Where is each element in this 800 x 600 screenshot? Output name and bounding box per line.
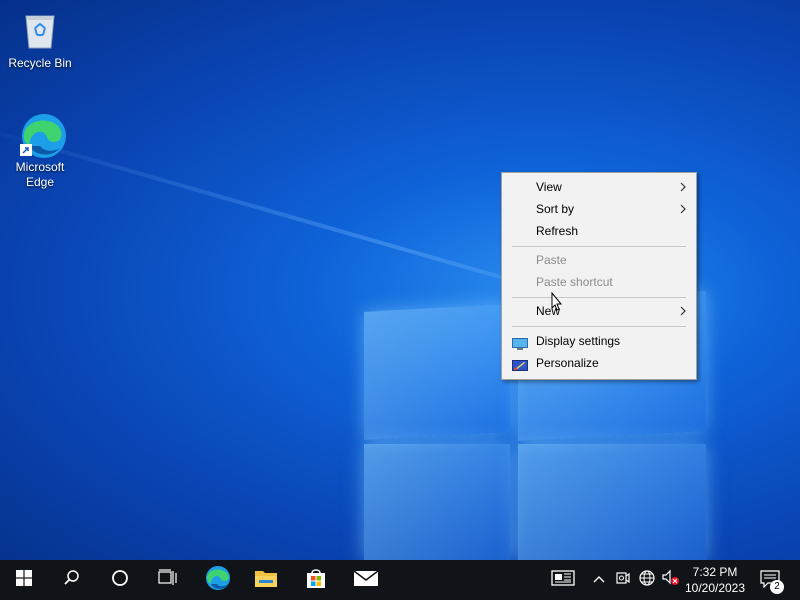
tray-overflow-button[interactable] [588, 560, 610, 600]
menu-item-label: Paste [536, 253, 567, 267]
tray-meet-now-button[interactable] [612, 560, 634, 600]
clock-date: 10/20/2023 [684, 581, 746, 595]
menu-separator [512, 246, 686, 247]
taskbar-clock[interactable]: 7:32 PM 10/20/2023 [680, 564, 750, 596]
taskbar-store-button[interactable] [292, 560, 340, 600]
chevron-right-icon [679, 300, 687, 329]
file-explorer-icon [254, 568, 278, 593]
network-icon [638, 569, 656, 592]
menu-item-paste[interactable]: Paste [505, 249, 693, 271]
menu-item-new[interactable]: New [505, 300, 693, 322]
recycle-bin-icon [18, 8, 62, 52]
menu-item-display-settings[interactable]: Display settings [505, 330, 693, 352]
menu-item-label: View [536, 180, 562, 194]
search-icon [63, 569, 81, 592]
start-icon [16, 569, 32, 591]
taskbar: 7:32 PM 10/20/2023 2 [0, 560, 800, 600]
desktop[interactable]: Recycle Bin Microsoft Edge View Sort by [0, 0, 800, 560]
chevron-up-icon [592, 571, 606, 589]
menu-item-label: Paste shortcut [536, 275, 613, 289]
desktop-icon-label: Microsoft Edge [15, 160, 65, 189]
start-button[interactable] [0, 560, 48, 600]
tray-news-button[interactable] [548, 560, 578, 600]
notification-count-badge: 2 [770, 580, 784, 594]
store-icon [305, 567, 327, 594]
clock-time: 7:32 PM [692, 565, 738, 579]
meet-now-icon [615, 570, 631, 591]
task-view-icon [158, 568, 178, 592]
logo-pane-bottom-right [518, 444, 706, 560]
menu-item-label: Refresh [536, 224, 579, 238]
taskbar-mail-button[interactable] [342, 560, 390, 600]
menu-item-label: Display settings [536, 334, 621, 348]
cortana-icon [111, 569, 129, 592]
taskbar-edge-button[interactable] [194, 560, 242, 600]
desktop-context-menu: View Sort by Refresh Paste Paste shortcu… [501, 172, 697, 380]
search-button[interactable] [48, 560, 96, 600]
news-icon [551, 569, 575, 592]
menu-separator [512, 326, 686, 327]
mouse-cursor-icon [549, 291, 563, 316]
task-view-button[interactable] [144, 560, 192, 600]
menu-item-refresh[interactable]: Refresh [505, 220, 693, 242]
mail-icon [353, 569, 379, 592]
personalize-icon [512, 357, 528, 371]
edge-icon [18, 112, 66, 158]
display-settings-icon [512, 335, 528, 350]
taskbar-file-explorer-button[interactable] [242, 560, 290, 600]
menu-item-view[interactable]: View [505, 176, 693, 198]
menu-item-label: Personalize [536, 356, 599, 370]
tray-network-button[interactable] [636, 560, 658, 600]
tray-volume-button[interactable] [660, 560, 682, 600]
menu-item-personalize[interactable]: Personalize [505, 352, 693, 374]
desktop-icon-microsoft-edge[interactable]: Microsoft Edge [2, 112, 78, 190]
volume-muted-icon [661, 569, 681, 592]
menu-item-label: Sort by [536, 202, 575, 216]
logo-pane-bottom-left [364, 444, 510, 560]
notification-center-button[interactable]: 2 [752, 560, 796, 600]
desktop-icon-label: Recycle Bin [8, 56, 72, 70]
cortana-button[interactable] [96, 560, 144, 600]
desktop-icon-recycle-bin[interactable]: Recycle Bin [2, 8, 78, 71]
edge-icon [205, 565, 231, 596]
logo-pane-top-left [364, 304, 510, 440]
menu-separator [512, 297, 686, 298]
menu-item-sort-by[interactable]: Sort by [505, 198, 693, 220]
menu-item-paste-shortcut[interactable]: Paste shortcut [505, 271, 693, 293]
